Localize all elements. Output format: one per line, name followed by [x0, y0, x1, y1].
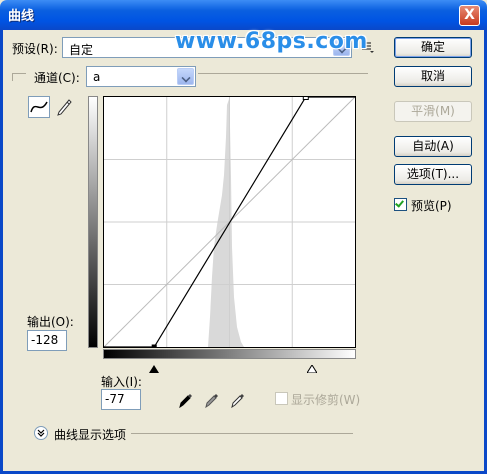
- histogram: [208, 99, 244, 347]
- curve-edit-icon: [30, 101, 48, 113]
- group-border-top-right: [198, 73, 368, 74]
- pencil-tool[interactable]: [54, 96, 74, 116]
- title-bar: 曲线 X: [0, 0, 487, 30]
- channel-value: a: [93, 70, 101, 84]
- options-divider: [131, 433, 353, 434]
- chevron-down-icon: [177, 68, 194, 85]
- close-icon: X: [464, 7, 475, 23]
- input-gradient-bar: [103, 349, 356, 359]
- white-eyedropper-icon: [231, 394, 244, 409]
- channel-select[interactable]: a: [86, 66, 196, 87]
- white-eyedropper[interactable]: [229, 391, 247, 409]
- output-field[interactable]: -128: [27, 330, 67, 351]
- curve-point-white[interactable]: [302, 97, 309, 100]
- preset-value: 自定: [69, 43, 94, 57]
- output-gradient-bar: [88, 96, 98, 348]
- black-eyedropper-icon: [179, 394, 192, 409]
- white-point-slider[interactable]: [306, 362, 318, 374]
- black-eyedropper[interactable]: [177, 391, 195, 409]
- preview-checkbox[interactable]: [394, 198, 407, 211]
- curve-edit-tool[interactable]: [28, 96, 50, 118]
- close-button[interactable]: X: [459, 5, 480, 26]
- preset-label: 预设(R):: [12, 42, 58, 56]
- expand-options-button[interactable]: [34, 426, 48, 440]
- smooth-button[interactable]: 平滑(M): [394, 101, 472, 122]
- chevron-double-down-icon: [37, 429, 45, 437]
- group-border-left: [12, 73, 13, 81]
- options-button[interactable]: 选项(T)...: [394, 164, 472, 185]
- window-title: 曲线: [8, 9, 35, 24]
- input-label: 输入(I):: [101, 375, 142, 389]
- ok-button[interactable]: 确定: [394, 37, 472, 58]
- auto-button[interactable]: 自动(A): [394, 136, 472, 157]
- gray-eyedropper-icon: [205, 394, 218, 409]
- curve-display-options-label: 曲线显示选项: [54, 428, 127, 442]
- check-icon: [395, 198, 404, 208]
- channel-label: 通道(C):: [34, 71, 80, 85]
- input-field[interactable]: -77: [101, 389, 141, 410]
- pencil-icon: [57, 99, 72, 116]
- gray-eyedropper[interactable]: [203, 391, 221, 409]
- show-clipping-checkbox[interactable]: [275, 392, 288, 405]
- output-label: 输出(O):: [27, 315, 74, 329]
- curves-graph[interactable]: [103, 96, 356, 348]
- cancel-button[interactable]: 取消: [394, 66, 472, 87]
- preview-label: 预览(P): [411, 199, 452, 213]
- watermark: www.68ps.com: [175, 29, 368, 54]
- show-clipping-label: 显示修剪(W): [291, 393, 361, 407]
- curve-point-black[interactable]: [151, 344, 157, 348]
- black-point-slider[interactable]: [149, 362, 159, 373]
- group-border-top-left: [12, 73, 26, 74]
